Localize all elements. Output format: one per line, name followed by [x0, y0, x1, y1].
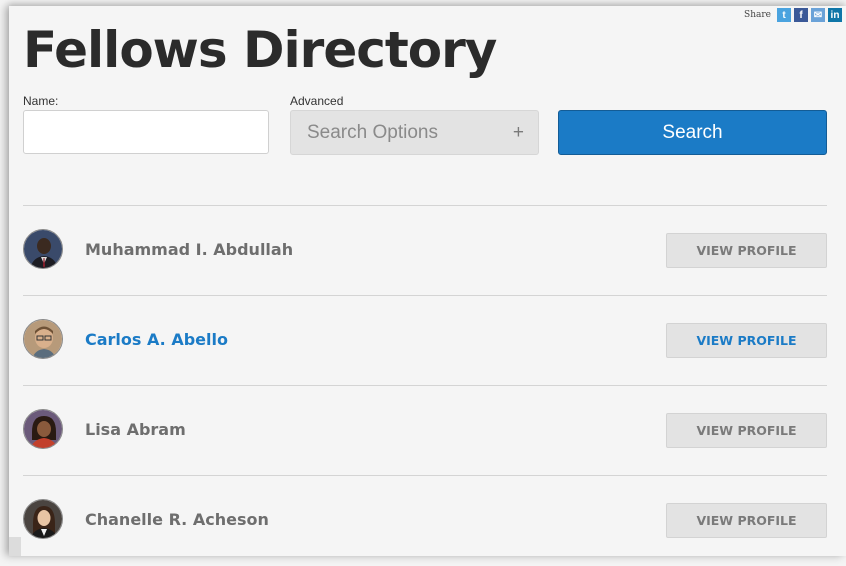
- view-profile-button[interactable]: VIEW PROFILE: [666, 413, 827, 448]
- list-item: Lisa Abram VIEW PROFILE: [23, 386, 827, 476]
- avatar[interactable]: [23, 409, 63, 449]
- avatar[interactable]: [23, 499, 63, 539]
- share-label: Share: [744, 10, 771, 20]
- name-label: Name:: [23, 94, 59, 108]
- twitter-icon[interactable]: t: [777, 8, 791, 22]
- name-input[interactable]: [23, 110, 269, 154]
- linkedin-icon[interactable]: in: [828, 8, 842, 22]
- view-profile-button[interactable]: VIEW PROFILE: [666, 233, 827, 268]
- view-profile-button[interactable]: VIEW PROFILE: [666, 323, 827, 358]
- list-item: Muhammad I. Abdullah VIEW PROFILE: [23, 206, 827, 296]
- list-item: Carlos A. Abello VIEW PROFILE: [23, 296, 827, 386]
- fellow-name[interactable]: Muhammad I. Abdullah: [85, 240, 293, 259]
- list-item: Chanelle R. Acheson VIEW PROFILE: [23, 476, 827, 566]
- search-options-label: Search Options: [307, 121, 438, 143]
- view-profile-button[interactable]: VIEW PROFILE: [666, 503, 827, 538]
- fellow-name[interactable]: Carlos A. Abello: [85, 330, 228, 349]
- share-bar: Share t f ✉ in: [744, 8, 842, 22]
- fellow-name[interactable]: Lisa Abram: [85, 420, 186, 439]
- scroll-corner: [9, 537, 21, 556]
- facebook-icon[interactable]: f: [794, 8, 808, 22]
- plus-icon: +: [512, 121, 524, 143]
- search-options-button[interactable]: Search Options +: [290, 110, 539, 155]
- email-icon[interactable]: ✉: [811, 8, 825, 22]
- avatar[interactable]: [23, 229, 63, 269]
- fellow-name[interactable]: Chanelle R. Acheson: [85, 510, 269, 529]
- avatar[interactable]: [23, 319, 63, 359]
- page-title: Fellows Directory: [23, 21, 497, 79]
- page: Share t f ✉ in Fellows Directory Name: A…: [9, 6, 846, 556]
- search-button[interactable]: Search: [558, 110, 827, 155]
- advanced-label: Advanced: [290, 94, 344, 108]
